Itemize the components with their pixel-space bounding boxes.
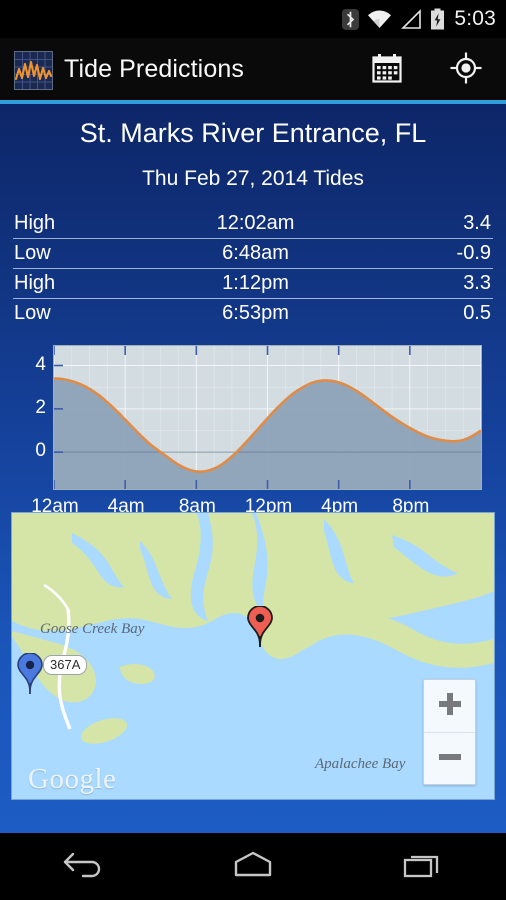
battery-charging-icon xyxy=(430,8,445,30)
tide-type: Low xyxy=(14,301,51,324)
minus-icon xyxy=(437,744,463,775)
calendar-icon xyxy=(371,52,403,89)
back-arrow-icon xyxy=(61,847,107,886)
chart-y-tick: 4 xyxy=(35,353,46,375)
google-attribution: Google xyxy=(28,763,117,795)
chart-y-tick: 2 xyxy=(35,396,46,418)
action-bar: Tide Predictions xyxy=(0,38,506,100)
table-row[interactable]: Low 6:53pm 0.5 xyxy=(11,298,495,328)
chart-y-tick: 0 xyxy=(35,440,46,462)
tide-height: -0.9 xyxy=(456,241,491,264)
nav-recents-button[interactable] xyxy=(337,833,506,900)
bluetooth-icon xyxy=(342,8,360,30)
nav-back-button[interactable] xyxy=(0,833,169,900)
cell-signal-icon xyxy=(400,8,422,30)
tide-height: 3.4 xyxy=(463,211,491,234)
tide-type: High xyxy=(14,211,56,234)
tide-time: 1:12pm xyxy=(222,271,289,294)
tide-time: 6:48am xyxy=(222,241,289,264)
tide-time: 12:02am xyxy=(216,211,295,234)
tide-time: 6:53pm xyxy=(222,301,289,324)
plus-icon xyxy=(437,691,463,722)
status-bar: 5:03 xyxy=(0,0,506,38)
status-clock: 5:03 xyxy=(454,7,496,30)
location-map[interactable]: Goose Creek Bay Apalachee Bay 367A Googl… xyxy=(11,512,495,800)
map-canvas xyxy=(12,513,494,799)
tide-table: High 12:02am 3.4 Low 6:48am -0.9 High 1:… xyxy=(11,208,495,328)
app-screen: 5:03 Tide Predictions St. Marks River En… xyxy=(0,0,506,900)
map-zoom-out-button[interactable] xyxy=(424,733,475,785)
calendar-action-button[interactable] xyxy=(368,51,406,89)
tide-waveform-icon xyxy=(14,51,53,90)
chart-plot-area xyxy=(53,345,482,490)
tide-type: High xyxy=(14,271,56,294)
tide-chart[interactable]: 420 12am 4am 8am 12pm 4pm 8pm xyxy=(0,336,506,517)
my-location-icon xyxy=(449,51,483,90)
system-nav-bar xyxy=(0,833,506,900)
current-location-pin[interactable] xyxy=(15,652,45,695)
tide-type: Low xyxy=(14,241,51,264)
station-pin[interactable] xyxy=(245,605,275,648)
wifi-icon xyxy=(367,9,392,30)
map-zoom-controls xyxy=(423,679,476,785)
map-zoom-in-button[interactable] xyxy=(424,680,475,733)
table-row[interactable]: High 1:12pm 3.3 xyxy=(11,268,495,298)
tide-date-heading: Thu Feb 27, 2014 Tides xyxy=(142,167,364,190)
main-content: St. Marks River Entrance, FL Thu Feb 27,… xyxy=(0,104,506,833)
tide-height: 3.3 xyxy=(463,271,491,294)
chart-canvas xyxy=(54,346,481,489)
nav-home-button[interactable] xyxy=(169,833,338,900)
home-icon xyxy=(232,849,274,884)
recents-icon xyxy=(401,848,443,885)
my-location-action-button[interactable] xyxy=(447,51,485,89)
map-label-apalachee-bay: Apalachee Bay xyxy=(315,756,406,772)
map-label-goose-creek-bay: Goose Creek Bay xyxy=(40,621,145,637)
table-row[interactable]: Low 6:48am -0.9 xyxy=(11,238,495,268)
road-shield-367a: 367A xyxy=(43,655,88,675)
tide-height: 0.5 xyxy=(463,301,491,324)
table-row[interactable]: High 12:02am 3.4 xyxy=(11,208,495,238)
station-name: St. Marks River Entrance, FL xyxy=(79,118,427,148)
app-title: Tide Predictions xyxy=(64,55,244,83)
